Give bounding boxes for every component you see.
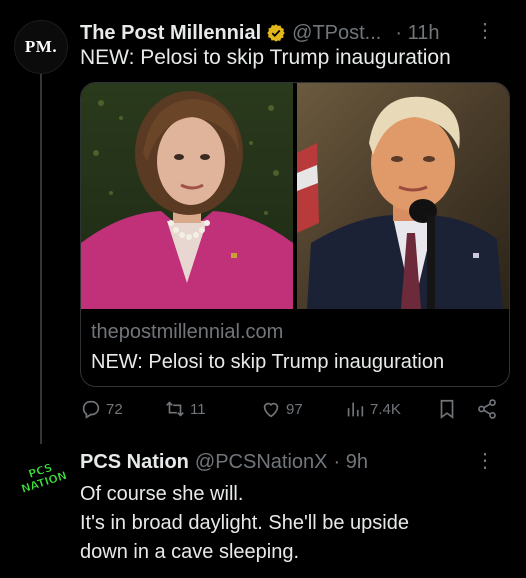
repost-count: 11 <box>190 400 206 418</box>
post-header: The Post Millennial @TPost... · 11h ⋮ <box>80 18 520 48</box>
repost-arrows-icon <box>166 401 184 417</box>
reply-author-handle[interactable]: @PCSNationX <box>195 451 328 474</box>
repost-button[interactable]: 11 <box>164 398 206 420</box>
reply-header: PCS Nation @PCSNationX · 9h ⋮ <box>80 448 520 476</box>
post-author-avatar[interactable]: PM. <box>14 20 68 74</box>
post-author-handle[interactable]: @TPost... <box>292 22 381 45</box>
link-preview-card[interactable]: thepostmillennial.com NEW: Pelosi to ski… <box>80 82 510 387</box>
post-action-bar: 72 11 97 7.4K <box>80 398 520 428</box>
thread-connector <box>40 72 42 444</box>
reply-line: down in a cave sleeping. <box>80 541 300 563</box>
reply-line: It's in broad daylight. She'll be upside <box>80 512 409 534</box>
link-title[interactable]: NEW: Pelosi to skip Trump inauguration <box>91 351 444 374</box>
like-button[interactable]: 97 <box>260 398 303 420</box>
reply-button[interactable]: 72 <box>80 398 123 420</box>
reply-author-avatar[interactable]: PCS NATION <box>16 452 70 506</box>
photo-man-speaking <box>297 83 509 309</box>
reply-author-name[interactable]: PCS Nation <box>80 451 189 474</box>
reply-line: Of course she will. <box>80 483 244 505</box>
post-author-name[interactable]: The Post Millennial <box>80 22 261 45</box>
views-button[interactable]: 7.4K <box>344 398 401 420</box>
reply-text: Of course she will. It's in broad daylig… <box>80 480 510 567</box>
share-button[interactable] <box>476 398 498 420</box>
like-count: 97 <box>286 400 303 418</box>
link-preview-image <box>81 83 509 309</box>
reply-timestamp[interactable]: · 9h <box>333 451 367 474</box>
avatar-logo-text: PM. <box>24 37 58 56</box>
bookmark-icon <box>440 399 454 419</box>
view-count: 7.4K <box>370 400 401 418</box>
reply-bubble-icon <box>82 400 100 419</box>
more-options-icon[interactable]: ⋮ <box>475 18 496 44</box>
photo-woman-speaker <box>81 83 293 309</box>
share-icon <box>478 399 496 419</box>
pcs-nation-logo-icon: PCS NATION <box>19 461 68 496</box>
heart-icon <box>263 402 279 418</box>
verified-badge-icon <box>267 24 285 42</box>
bookmark-button[interactable] <box>436 398 458 420</box>
views-bar-chart-icon <box>347 402 364 417</box>
link-domain[interactable]: thepostmillennial.com <box>91 321 283 344</box>
reply-count: 72 <box>106 400 123 418</box>
reply-more-options-icon[interactable]: ⋮ <box>475 448 496 474</box>
post-text: NEW: Pelosi to skip Trump inauguration <box>80 46 451 69</box>
post-timestamp[interactable]: · 11h <box>395 22 439 45</box>
